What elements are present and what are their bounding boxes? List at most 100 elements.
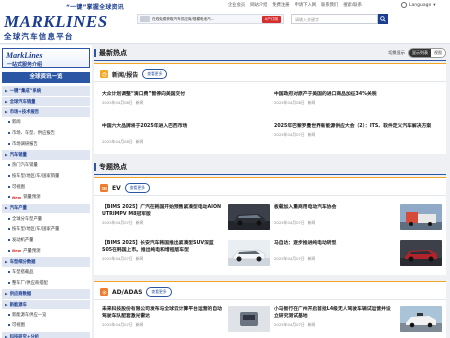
top-link-register[interactable]: 免费注册	[272, 2, 289, 8]
sidebar-item[interactable]: ▶ 科技研究+分析	[2, 330, 90, 338]
toggle-view[interactable]: 视图	[431, 49, 445, 57]
sidebar-item[interactable]: ▶ 供应商数据	[2, 288, 90, 299]
sidebar-item-label: 整车厂/供应商搭配	[12, 280, 48, 286]
sidebar-item-label: 市场+技术报告	[9, 110, 40, 116]
sidebar-item[interactable]: 市场、车型、供应报告	[2, 128, 90, 139]
news-item-meta: 2025年04月07日 新闻	[274, 220, 394, 226]
sidebar-item-label: 新能源车	[9, 302, 27, 308]
language-selector[interactable]: Language ▾	[401, 2, 435, 8]
sidebar-item[interactable]: ▶ 汽车产量	[2, 202, 90, 214]
sidebar-item-label: 产量预测	[23, 248, 41, 254]
adas-thumbnail[interactable]	[400, 306, 442, 332]
ev-thumbnail[interactable]	[400, 204, 442, 230]
news-item-date: 2025年04月07日	[274, 256, 305, 261]
sidebar-item[interactable]: ▶ 全球汽车销量	[2, 95, 90, 107]
adas-news-title[interactable]: 小马智行在广州开启首批L4级无人驾驶车辆试运营并设立研究测试基地	[274, 306, 394, 320]
ev-news-item[interactable]: 板载加入重商用电动汽车协会 2025年04月07日 新闻	[274, 204, 444, 232]
sidebar-item[interactable]: 可视图	[2, 320, 90, 331]
bullet-icon	[8, 324, 10, 327]
news-item-meta: 2025年04月08日 新闻	[274, 100, 444, 106]
adas-more-button[interactable]: 查看更多	[146, 287, 172, 297]
sidebar-item[interactable]: 按车型/地区/车/国家销量	[2, 171, 90, 182]
adas-news-item[interactable]: 未来科技股份有限公司发布与全球云计算平台运营的自动驾驶车队配套激光雷达 2025…	[102, 306, 272, 334]
ad-banner[interactable]: 在线免费获取汽车供应商/规模电池汽... A户订阅	[137, 14, 284, 24]
sidebar-item-label: 发动机产量	[12, 237, 34, 243]
sidebar-item[interactable]: 热门汽车销量	[2, 160, 90, 171]
sidebar-item[interactable]: 市场调研报告	[2, 138, 90, 149]
caret-right-icon: ▶	[5, 88, 8, 93]
logo-wordmark: MARKLINES	[4, 12, 108, 31]
sidebar-item[interactable]: New 销量预测	[2, 192, 90, 203]
sidebar-item[interactable]: 新闻	[2, 117, 90, 128]
topic-section-header: 专题热点	[94, 161, 446, 173]
toggle-list[interactable]: 显示列表	[409, 49, 431, 57]
ev-news-item[interactable]: 【BIMS 2025】广汽在韩国开始预售紧凑型电动AION UTRIMPV M8…	[102, 204, 272, 232]
promo-title: MarkLines	[6, 51, 43, 60]
sidebar-item[interactable]: ▶ 车型细分数据	[2, 256, 90, 267]
news-more-button[interactable]: 查看更多	[142, 69, 168, 79]
sidebar-item[interactable]: 车型搭载品	[2, 267, 90, 278]
news-item-title[interactable]: 中国政府对原产于美国的进口商品加征34%关税	[274, 91, 444, 98]
lidar-photo-icon	[228, 306, 270, 332]
sidebar-item[interactable]: 整车厂/供应商搭配	[2, 277, 90, 288]
ev-more-button[interactable]: 查看更多	[124, 183, 150, 193]
card-divider	[94, 299, 446, 300]
view-toggle[interactable]: 显示列表 视图	[408, 48, 446, 58]
top-link-contact[interactable]: 联系我们	[321, 2, 338, 8]
news-item[interactable]: 中国六大品牌将于2025年进入巴西市场 2025年04月08日 新闻	[102, 123, 272, 145]
news-item-tag: 新闻	[135, 256, 144, 261]
sidebar-item[interactable]: ▶ 新能源车	[2, 298, 90, 310]
ev-thumbnail[interactable]	[228, 204, 270, 230]
news-item-meta: 2025年04月07日 新闻	[274, 256, 394, 262]
caret-right-icon: ▶	[5, 291, 8, 296]
sidebar-item[interactable]: ▶ 市场+技术报告	[2, 106, 90, 118]
search-input[interactable]: 请输入关键字	[291, 14, 378, 24]
sidebar-item-label: 市场调研报告	[12, 141, 38, 147]
news-item[interactable]: 中国政府对原产于美国的进口商品加征34%关税 2025年04月08日 新闻	[274, 91, 444, 106]
ev-news-title[interactable]: 【BIMS 2025】广汽在韩国开始预售紧凑型电动AION UTRIMPV M8…	[102, 204, 222, 218]
ad-subscribe-button[interactable]: A户订阅	[261, 15, 281, 23]
adas-card-title: AD/ADAS	[112, 288, 143, 296]
top-link-member[interactable]: 企业会员	[228, 2, 245, 8]
sidebar-item[interactable]: ▶ 一键“集成”系统	[2, 85, 90, 96]
news-item[interactable]: 大众计划调整“滴口费”暂停向美国交付 2025年04月08日 新闻	[102, 91, 272, 106]
sidebar-item[interactable]: ▶ 汽车销量	[2, 149, 90, 160]
adas-thumbnail[interactable]	[228, 306, 270, 332]
sidebar-item[interactable]: New 产量预测	[2, 245, 90, 256]
ev-news-title[interactable]: 【BIMS 2025】长安汽车韩国推出紧凑型SUV深蓝S05在韩国上市。推出纯电…	[102, 240, 222, 254]
bullet-icon	[8, 217, 10, 220]
sidebar-item[interactable]: 发动机产量	[2, 235, 90, 246]
news-item-title[interactable]: 大众计划调整“滴口费”暂停向美国交付	[102, 91, 272, 98]
adas-news-text: 小马智行在广州开启首批L4级无人驾驶车辆试运营并设立研究测试基地 2025年04…	[274, 306, 394, 328]
top-link-search[interactable]: 搜索/联系	[343, 2, 362, 8]
search-button[interactable]	[378, 14, 388, 24]
car-photo-icon	[228, 204, 270, 230]
adas-icon	[100, 288, 108, 296]
ev-news-item[interactable]: 【BIMS 2025】长安汽车韩国推出紧凑型SUV深蓝S05在韩国上市。推出纯电…	[102, 240, 272, 268]
news-item[interactable]: 2025年巴黎罗曼世界新能源供应大会（2）：ITS、软件定义汽车解决方案 202…	[274, 123, 444, 138]
top-link-about[interactable]: 网站介绍	[250, 2, 267, 8]
sidebar-item[interactable]: 可视图	[2, 181, 90, 192]
caret-right-icon: ▶	[5, 152, 8, 157]
news-item-title[interactable]: 2025年巴黎罗曼世界新能源供应大会（2）：ITS、软件定义汽车解决方案	[274, 123, 444, 130]
service-intro-banner[interactable]: MarkLines 一站式服务介绍	[2, 48, 90, 68]
site-logo[interactable]: MARKLINES 全球汽车信息平台	[4, 12, 108, 42]
news-item-title[interactable]: 中国六大品牌将于2025年进入巴西市场	[102, 123, 272, 130]
top-link-apply[interactable]: 申请下入网	[295, 2, 316, 8]
main-content: 最新热点 切换显示 显示列表 视图 新闻/报告 查看更多 大众计划调整“滴口费”…	[94, 45, 446, 338]
adas-news-item[interactable]: 小马智行在广州开启首批L4级无人驾驶车辆试运营并设立研究测试基地 2025年04…	[274, 306, 444, 334]
switch-label: 切换显示	[388, 50, 405, 55]
adas-news-title[interactable]: 未来科技股份有限公司发布与全球云计算平台运营的自动驾驶车队配套激光雷达	[102, 306, 222, 320]
ev-thumbnail[interactable]	[400, 240, 442, 266]
sidebar-item[interactable]: 全球分车型产量	[2, 213, 90, 224]
sidebar-item[interactable]: 新能源车供应一览	[2, 309, 90, 320]
robotaxi-photo-icon	[400, 306, 442, 332]
news-item-meta: 2025年04月08日 新闻	[102, 100, 272, 106]
news-item-tag: 新闻	[307, 322, 316, 327]
ev-news-title[interactable]: 马自达：逐步推进纯电动转型	[274, 240, 394, 247]
ev-thumbnail[interactable]	[228, 240, 270, 266]
sidebar-item[interactable]: 按车型/地区/车/国家产量	[2, 224, 90, 235]
ev-news-title[interactable]: 板载加入重商用电动汽车协会	[274, 204, 394, 211]
ev-news-item[interactable]: 马自达：逐步推进纯电动转型 2025年04月07日 新闻	[274, 240, 444, 268]
bullet-icon	[8, 164, 10, 167]
